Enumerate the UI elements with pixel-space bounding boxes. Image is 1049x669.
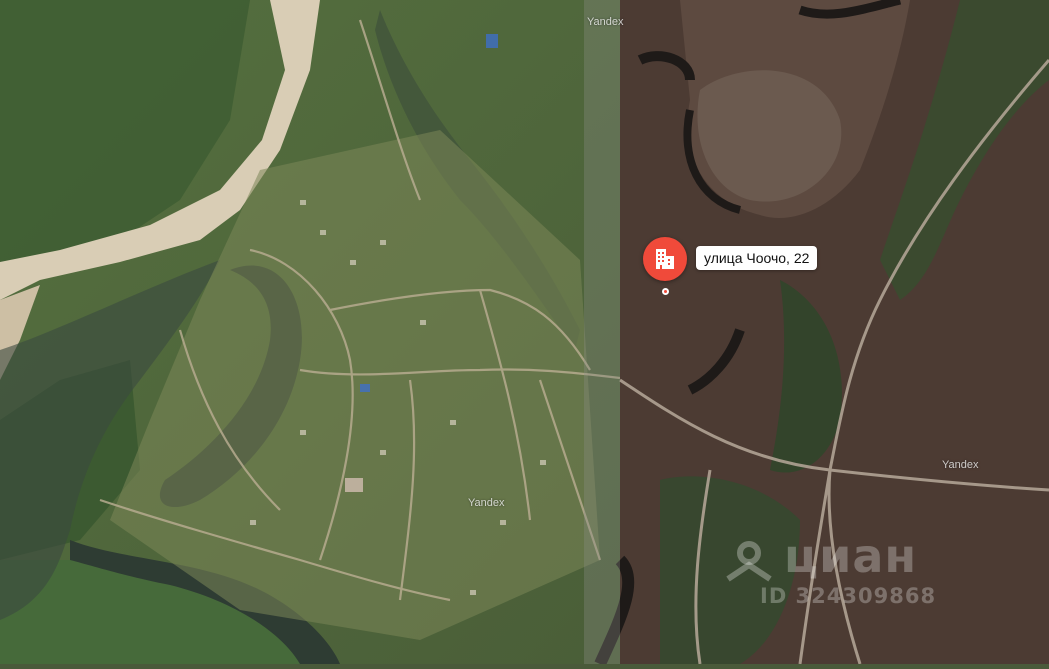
address-label[interactable]: улица Чоочо, 22	[696, 246, 818, 270]
satellite-imagery	[0, 0, 1049, 667]
marker-pin[interactable]	[643, 237, 687, 281]
satellite-map[interactable]: Yandex Yandex Yandex улица Чоочо, 22 циа…	[0, 0, 1049, 667]
building-icon	[656, 249, 674, 269]
map-watermark-center: Yandex	[468, 497, 505, 509]
location-marker[interactable]	[643, 237, 689, 295]
marker-point	[662, 288, 669, 295]
map-watermark-top: Yandex	[587, 16, 624, 28]
map-watermark-right: Yandex	[942, 459, 979, 471]
